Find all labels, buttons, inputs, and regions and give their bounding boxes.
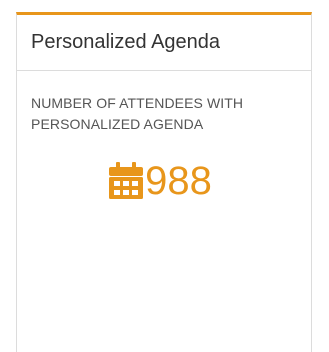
calendar-icon	[109, 162, 144, 199]
metric-label: NUMBER OF ATTENDEES WITH PERSONALIZED AG…	[31, 95, 244, 132]
widget-body: NUMBER OF ATTENDEES WITH PERSONALIZED AG…	[17, 71, 311, 201]
metric-display: 988	[23, 161, 297, 201]
widget-header: Personalized Agenda	[17, 15, 311, 71]
widget-title: Personalized Agenda	[31, 31, 221, 53]
personalized-agenda-widget: Personalized Agenda NUMBER OF ATTENDEES …	[16, 12, 312, 352]
metric-value: 988	[145, 159, 212, 203]
